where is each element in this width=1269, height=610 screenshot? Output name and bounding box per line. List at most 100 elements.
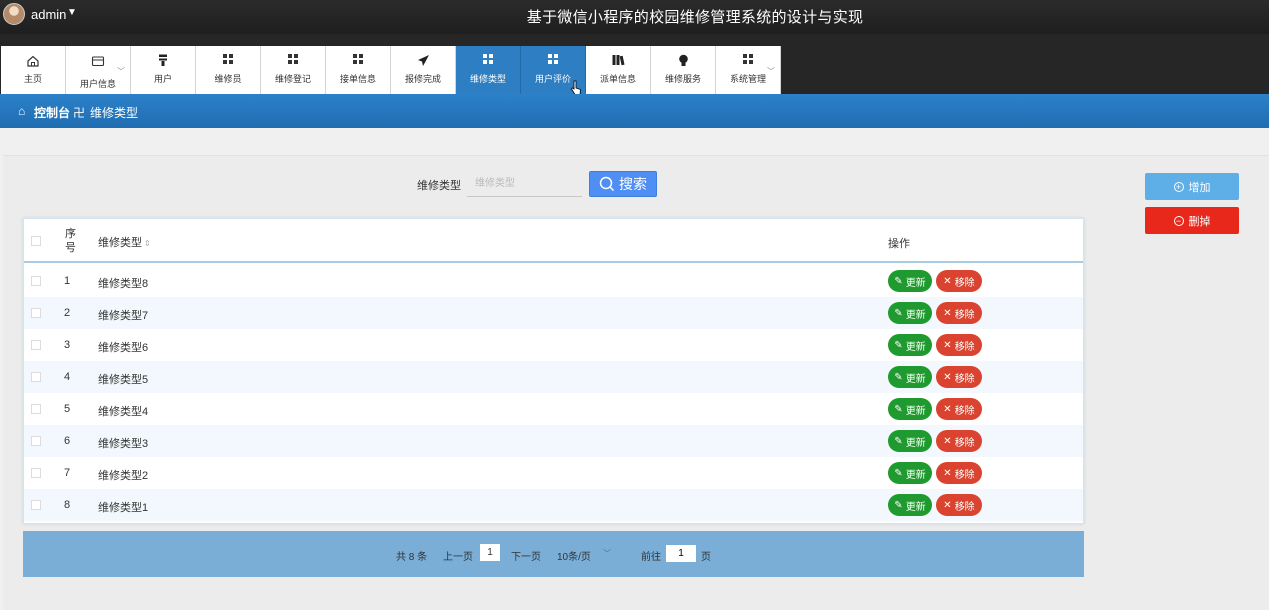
breadcrumb-separator-icon: 卍 (73, 106, 86, 120)
nav-item-user-info[interactable]: 用户信息 ﹀ (66, 46, 131, 94)
header-type[interactable]: 维修类型 ⇕ (98, 234, 151, 250)
remove-label: 移除 (954, 373, 975, 385)
home-icon[interactable]: ⌂ (18, 104, 25, 118)
nav-item-repair-type[interactable]: 维修类型 (456, 46, 521, 94)
remove-button[interactable]: ✕ 移除 (936, 270, 982, 292)
delete-button-label: 删掉 (1188, 215, 1211, 228)
remove-button[interactable]: ✕ 移除 (936, 494, 982, 516)
close-icon: ✕ (943, 371, 952, 383)
nav-item-repair-register[interactable]: 维修登记 (261, 46, 326, 94)
add-button[interactable]: + 增加 (1145, 173, 1239, 200)
table-row: 6 维修类型3 ✎ 更新 ✕ 移除 (24, 425, 1083, 457)
edit-icon: ✎ (894, 467, 903, 479)
nav-label: 维修服务 (664, 74, 701, 84)
nav-label: 维修类型 (469, 74, 506, 84)
select-all-checkbox[interactable] (31, 236, 41, 246)
chevron-down-icon: ﹀ (117, 67, 125, 76)
user-icon (131, 54, 195, 68)
edit-button[interactable]: ✎ 更新 (888, 334, 932, 356)
row-checkbox[interactable] (31, 404, 41, 414)
nav-item-repairer[interactable]: 维修员 (196, 46, 261, 94)
grid-icon (521, 54, 585, 68)
edit-label: 更新 (905, 277, 926, 289)
remove-button[interactable]: ✕ 移除 (936, 302, 982, 324)
grid-icon (261, 54, 325, 68)
remove-label: 移除 (954, 309, 975, 321)
remove-button[interactable]: ✕ 移除 (936, 398, 982, 420)
row-checkbox[interactable] (31, 372, 41, 382)
row-checkbox[interactable] (31, 500, 41, 510)
book-icon (586, 54, 650, 68)
prev-page-button[interactable]: 上一页 (443, 548, 473, 563)
row-index: 3 (64, 339, 71, 351)
sort-icon[interactable]: ⇕ (144, 239, 151, 248)
row-index: 8 (64, 499, 71, 511)
remove-label: 移除 (954, 501, 975, 513)
nav-label: 维修员 (214, 74, 242, 84)
row-checkbox[interactable] (31, 340, 41, 350)
edit-icon: ✎ (894, 275, 903, 287)
edit-button[interactable]: ✎ 更新 (888, 302, 932, 324)
caret-down-icon[interactable]: ▼ (67, 7, 77, 18)
row-name: 维修类型3 (98, 438, 149, 450)
remove-button[interactable]: ✕ 移除 (936, 430, 982, 452)
current-page[interactable]: 1 (480, 544, 500, 561)
row-index: 4 (64, 371, 71, 383)
edit-button[interactable]: ✎ 更新 (888, 270, 932, 292)
nav-strip: 主页 用户信息 ﹀ 用户 维修员 维修登记 接单信息 报修完成 维修类型 用户评… (0, 34, 1269, 94)
page-size-select[interactable]: 10条/页 (557, 548, 591, 563)
nav-item-accept-order[interactable]: 接单信息 (326, 46, 391, 94)
close-icon: ✕ (943, 339, 952, 351)
goto-page-input[interactable] (666, 545, 696, 562)
next-page-button[interactable]: 下一页 (511, 548, 541, 563)
chevron-down-icon[interactable]: ﹀ (603, 548, 611, 559)
edit-button[interactable]: ✎ 更新 (888, 366, 932, 388)
edit-button[interactable]: ✎ 更新 (888, 398, 932, 420)
edit-button[interactable]: ✎ 更新 (888, 462, 932, 484)
username[interactable]: admin (31, 7, 66, 22)
nav-item-home[interactable]: 主页 (1, 46, 66, 94)
row-index: 6 (64, 435, 71, 447)
close-icon: ✕ (943, 467, 952, 479)
nav-label: 维修登记 (274, 74, 311, 84)
row-checkbox[interactable] (31, 468, 41, 478)
edit-button[interactable]: ✎ 更新 (888, 430, 932, 452)
search-input[interactable] (467, 171, 582, 197)
remove-button[interactable]: ✕ 移除 (936, 334, 982, 356)
remove-label: 移除 (954, 405, 975, 417)
row-index: 2 (64, 307, 71, 319)
remove-button[interactable]: ✕ 移除 (936, 366, 982, 388)
edit-label: 更新 (905, 309, 926, 321)
nav-item-system[interactable]: 系统管理 ﹀ (716, 46, 781, 94)
edit-icon: ✎ (894, 307, 903, 319)
row-checkbox[interactable] (31, 276, 41, 286)
plus-circle-icon: + (1173, 181, 1184, 192)
table-row: 1 维修类型8 ✎ 更新 ✕ 移除 (24, 265, 1083, 297)
nav-item-repair-done[interactable]: 报修完成 (391, 46, 456, 94)
avatar[interactable] (3, 3, 25, 25)
nav-item-dispatch[interactable]: 派单信息 (586, 46, 651, 94)
row-checkbox[interactable] (31, 308, 41, 318)
edit-label: 更新 (905, 405, 926, 417)
search-button[interactable]: 搜索 (589, 171, 657, 197)
row-name: 维修类型1 (98, 502, 149, 514)
pagination-total: 共 8 条 (396, 552, 428, 563)
remove-label: 移除 (954, 341, 975, 353)
remove-label: 移除 (954, 277, 975, 289)
breadcrumb-root[interactable]: 控制台 (34, 104, 70, 121)
header-index: 序号 (65, 228, 76, 254)
nav-label: 主页 (23, 74, 42, 84)
delete-button[interactable]: − 删掉 (1145, 207, 1239, 234)
close-icon: ✕ (943, 307, 952, 319)
remove-button[interactable]: ✕ 移除 (936, 462, 982, 484)
grid-icon (196, 54, 260, 68)
header-type-label: 维修类型 (98, 237, 142, 249)
nav-item-user[interactable]: 用户 (131, 46, 196, 94)
close-icon: ✕ (943, 403, 952, 415)
row-name: 维修类型7 (98, 310, 149, 322)
edit-button[interactable]: ✎ 更新 (888, 494, 932, 516)
nav-item-repair-service[interactable]: 维修服务 (651, 46, 716, 94)
breadcrumb: ⌂ 控制台 卍 维修类型 (0, 94, 1269, 128)
row-checkbox[interactable] (31, 436, 41, 446)
home-icon (1, 54, 65, 68)
